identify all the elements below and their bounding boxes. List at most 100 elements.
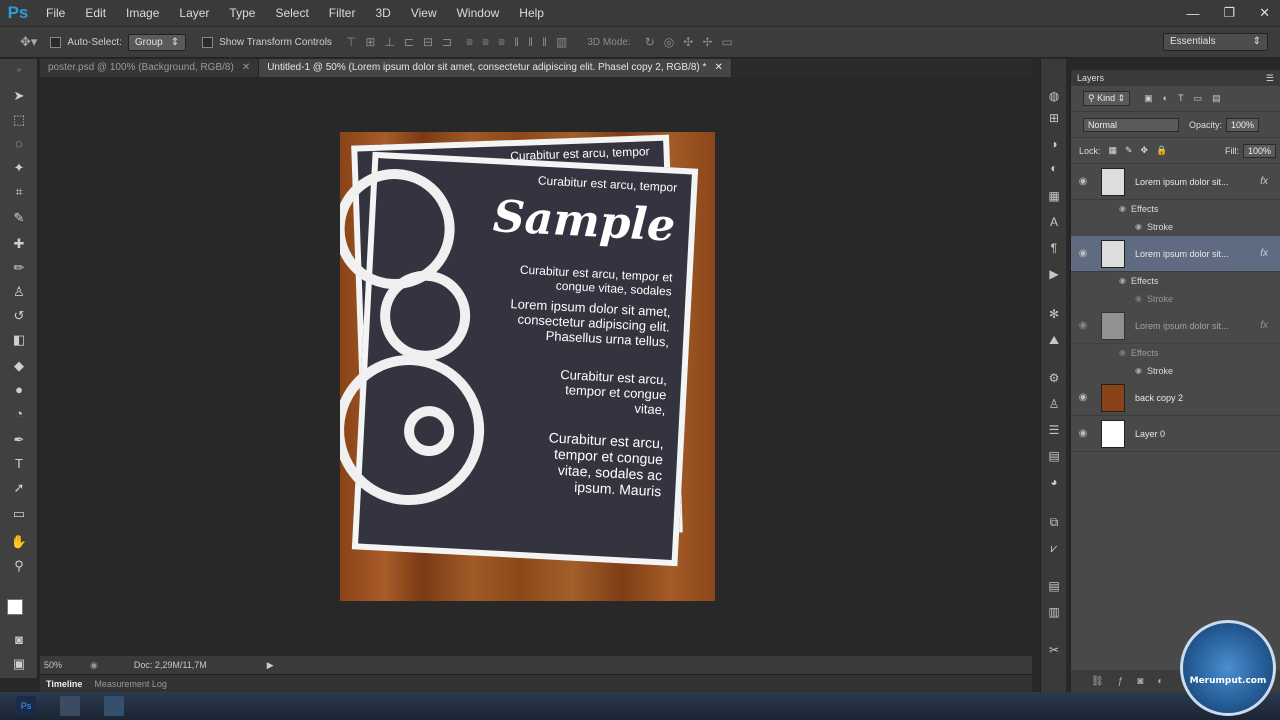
paragraph-panel-icon[interactable]: ¶ bbox=[1045, 239, 1063, 257]
fx-icon[interactable]: fx bbox=[1260, 248, 1268, 259]
taskbar-photoshop-icon[interactable]: Ps bbox=[16, 696, 36, 716]
lasso-tool-icon[interactable]: ◌ bbox=[10, 135, 28, 153]
menu-help[interactable]: Help bbox=[509, 0, 554, 26]
auto-align-icon[interactable]: ▥ bbox=[556, 35, 567, 49]
3d-roll-icon[interactable]: ◎ bbox=[664, 35, 674, 49]
actions-panel-icon[interactable]: ▶ bbox=[1045, 265, 1063, 283]
canvas-workspace[interactable]: Curabitur est arcu, tempor Curabitur est… bbox=[40, 78, 1018, 656]
crop-tool-icon[interactable]: ⌗ bbox=[10, 183, 28, 201]
styles-panel-icon[interactable]: ◑ bbox=[1045, 135, 1063, 153]
3d-panel-icon[interactable]: ✻ bbox=[1045, 305, 1063, 323]
visibility-eye-icon[interactable]: ◉ bbox=[1071, 428, 1095, 439]
paths-panel-icon[interactable]: ⩗ bbox=[1045, 539, 1063, 557]
taskbar-app-icon[interactable] bbox=[60, 696, 80, 716]
align-right-icon[interactable]: ⊐ bbox=[442, 35, 452, 49]
stroke-eye-icon[interactable]: ◉ bbox=[1135, 366, 1147, 375]
filter-kind-dropdown[interactable]: ⚲ Kind ⇕ bbox=[1083, 91, 1131, 106]
rectangle-tool-icon[interactable]: ▭ bbox=[10, 505, 28, 523]
tab-poster[interactable]: poster.psd @ 100% (Background, RGB/8) ✕ bbox=[40, 59, 260, 77]
navigator-panel-icon[interactable]: ◕ bbox=[1045, 473, 1063, 491]
tab-measurement-log[interactable]: Measurement Log bbox=[88, 679, 173, 689]
dodge-tool-icon[interactable]: ◔ bbox=[10, 405, 28, 423]
collapse-icon[interactable]: » bbox=[10, 61, 28, 79]
foreground-color-swatch[interactable] bbox=[7, 599, 23, 615]
distribute-bottom-icon[interactable]: ≡ bbox=[498, 35, 505, 49]
effects-eye-icon[interactable]: ◉ bbox=[1119, 348, 1131, 357]
align-hcenter-icon[interactable]: ⊟ bbox=[423, 35, 433, 49]
add-style-icon[interactable]: ƒ bbox=[1118, 676, 1124, 687]
layer-row-selected[interactable]: ◉ Lorem ipsum dolor sit... fx bbox=[1071, 236, 1280, 272]
fx-icon[interactable]: fx bbox=[1260, 176, 1268, 187]
menu-image[interactable]: Image bbox=[116, 0, 169, 26]
color-panel-icon[interactable]: ◍ bbox=[1045, 87, 1063, 105]
auto-select-checkbox[interactable] bbox=[50, 36, 62, 48]
auto-select-dropdown[interactable]: Group ⇕ bbox=[127, 33, 187, 51]
path-select-tool-icon[interactable]: ➚ bbox=[10, 479, 28, 497]
align-vcenter-icon[interactable]: ⊞ bbox=[365, 35, 375, 49]
fx-icon[interactable]: fx bbox=[1260, 320, 1268, 331]
document-canvas[interactable]: Curabitur est arcu, tempor Curabitur est… bbox=[340, 132, 715, 601]
stroke-row[interactable]: ◉ Stroke bbox=[1071, 290, 1280, 308]
stroke-eye-icon[interactable]: ◉ bbox=[1135, 222, 1147, 231]
history-panel-icon[interactable]: ▤ bbox=[1045, 447, 1063, 465]
menu-window[interactable]: Window bbox=[447, 0, 510, 26]
effects-row[interactable]: ◉ Effects bbox=[1071, 200, 1280, 218]
effects-row[interactable]: ◉ Effects bbox=[1071, 272, 1280, 290]
pen-tool-icon[interactable]: ✒ bbox=[10, 431, 28, 449]
distribute-vcenter-icon[interactable]: ≡ bbox=[482, 35, 489, 49]
measurement-panel-icon[interactable]: ⛰ bbox=[1045, 331, 1063, 349]
character-panel-icon[interactable]: A bbox=[1045, 213, 1063, 231]
workspace-dropdown[interactable]: Essentials ⇕ bbox=[1163, 33, 1268, 51]
menu-3d[interactable]: 3D bbox=[365, 0, 400, 26]
taskbar-app-icon[interactable] bbox=[104, 696, 124, 716]
status-menu-arrow-icon[interactable]: ▶ bbox=[267, 660, 274, 671]
fill-input[interactable]: 100% bbox=[1242, 143, 1276, 158]
close-icon[interactable]: ✕ bbox=[1259, 5, 1270, 21]
menu-layer[interactable]: Layer bbox=[169, 0, 219, 26]
tools-panel-icon[interactable]: ✂ bbox=[1045, 641, 1063, 659]
clone-source-panel-icon[interactable]: ♙ bbox=[1045, 395, 1063, 413]
move-tool-icon[interactable]: ✥▾ bbox=[20, 34, 37, 50]
layer-row[interactable]: ◉ Layer 0 bbox=[1071, 416, 1280, 452]
type-tool-icon[interactable]: T bbox=[10, 455, 28, 473]
visibility-eye-icon[interactable]: ◉ bbox=[1071, 176, 1095, 187]
minimize-icon[interactable]: — bbox=[1186, 6, 1199, 21]
quick-select-tool-icon[interactable]: ✦ bbox=[10, 159, 28, 177]
menu-type[interactable]: Type bbox=[219, 0, 265, 26]
effects-eye-icon[interactable]: ◉ bbox=[1119, 204, 1131, 213]
stroke-eye-icon[interactable]: ◉ bbox=[1135, 294, 1147, 303]
brush-tool-icon[interactable]: ✏ bbox=[10, 259, 28, 277]
stroke-row[interactable]: ◉ Stroke bbox=[1071, 362, 1280, 380]
align-top-icon[interactable]: ⊤ bbox=[346, 35, 356, 49]
menu-edit[interactable]: Edit bbox=[75, 0, 116, 26]
menu-file[interactable]: File bbox=[36, 0, 75, 26]
3d-rotate-icon[interactable]: ↻ bbox=[645, 35, 655, 49]
stamp-tool-icon[interactable]: ♙ bbox=[10, 283, 28, 301]
paint-bucket-icon[interactable]: ◆ bbox=[10, 357, 28, 375]
add-mask-icon[interactable]: ◙ bbox=[1137, 676, 1143, 687]
distribute-left-icon[interactable]: ‖ bbox=[514, 35, 519, 49]
tab-close-icon[interactable]: ✕ bbox=[242, 62, 250, 73]
visibility-eye-icon[interactable]: ◉ bbox=[1071, 320, 1095, 331]
lock-icons[interactable]: ▦✎✥🔒 bbox=[1109, 145, 1176, 156]
layer-comps-icon[interactable]: ⧉ bbox=[1045, 513, 1063, 531]
3d-slide-icon[interactable]: ✢ bbox=[702, 35, 712, 49]
distribute-top-icon[interactable]: ≡ bbox=[466, 35, 473, 49]
stroke-row[interactable]: ◉ Stroke bbox=[1071, 218, 1280, 236]
menu-filter[interactable]: Filter bbox=[319, 0, 366, 26]
link-layers-icon[interactable]: ⛓ bbox=[1091, 676, 1104, 687]
3d-scale-icon[interactable]: ▭ bbox=[721, 35, 732, 49]
align-left-icon[interactable]: ⊏ bbox=[404, 35, 414, 49]
3d-drag-icon[interactable]: ✣ bbox=[683, 35, 693, 49]
tab-close-icon[interactable]: ✕ bbox=[714, 62, 722, 73]
marquee-tool-icon[interactable]: ⬚ bbox=[10, 111, 28, 129]
tab-untitled[interactable]: Untitled-1 @ 50% (Lorem ipsum dolor sit … bbox=[259, 59, 732, 77]
visibility-eye-icon[interactable]: ◉ bbox=[1071, 248, 1095, 259]
screen-mode-icon[interactable]: ▣ bbox=[10, 655, 28, 673]
show-transform-checkbox[interactable] bbox=[202, 36, 214, 48]
channels-panel-icon[interactable]: ▦ bbox=[1045, 187, 1063, 205]
menu-select[interactable]: Select bbox=[265, 0, 318, 26]
distribute-hcenter-icon[interactable]: ‖ bbox=[528, 35, 533, 49]
blur-tool-icon[interactable]: ● bbox=[10, 381, 28, 399]
layer-row[interactable]: ◉ Lorem ipsum dolor sit... fx bbox=[1071, 164, 1280, 200]
